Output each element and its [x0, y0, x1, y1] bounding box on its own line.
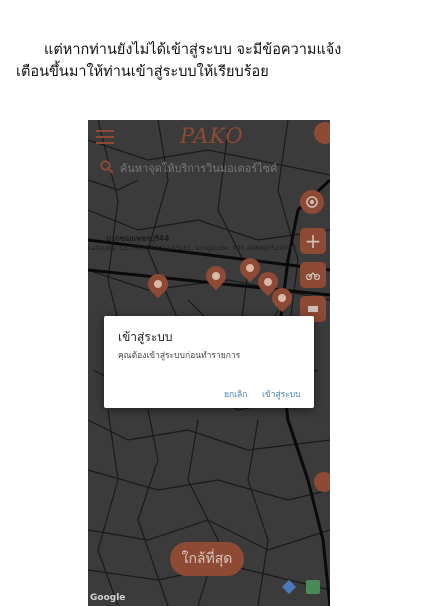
- google-logo: Google: [90, 593, 126, 603]
- google-maps-icon[interactable]: [306, 580, 320, 594]
- caption-line-2: เตือนขึ้นมาให้ท่านเข้าสู่ระบบให้เรียบร้อ…: [16, 64, 269, 80]
- phone-screen: PAKO ค้นหาจุดให้บริการวินมอเตอร์ไซค์ + ป…: [88, 120, 330, 606]
- nearest-button[interactable]: ใกล้ที่สุด: [170, 542, 244, 576]
- dialog-title: เข้าสู่ระบบ: [118, 330, 173, 344]
- dialog-message: คุณต้องเข้าสู่ระบบก่อนทำรายการ: [118, 351, 241, 361]
- login-dialog: เข้าสู่ระบบ คุณต้องเข้าสู่ระบบก่อนทำรายก…: [104, 316, 314, 408]
- caption: แต่หากท่านยังไม่ได้เข้าสู่ระบบ จะมีข้อคว…: [0, 0, 445, 110]
- login-button[interactable]: เข้าสู่ระบบ: [262, 387, 301, 401]
- caption-line-1: แต่หากท่านยังไม่ได้เข้าสู่ระบบ จะมีข้อคว…: [44, 42, 342, 58]
- cancel-button[interactable]: ยกเลิก: [224, 387, 247, 401]
